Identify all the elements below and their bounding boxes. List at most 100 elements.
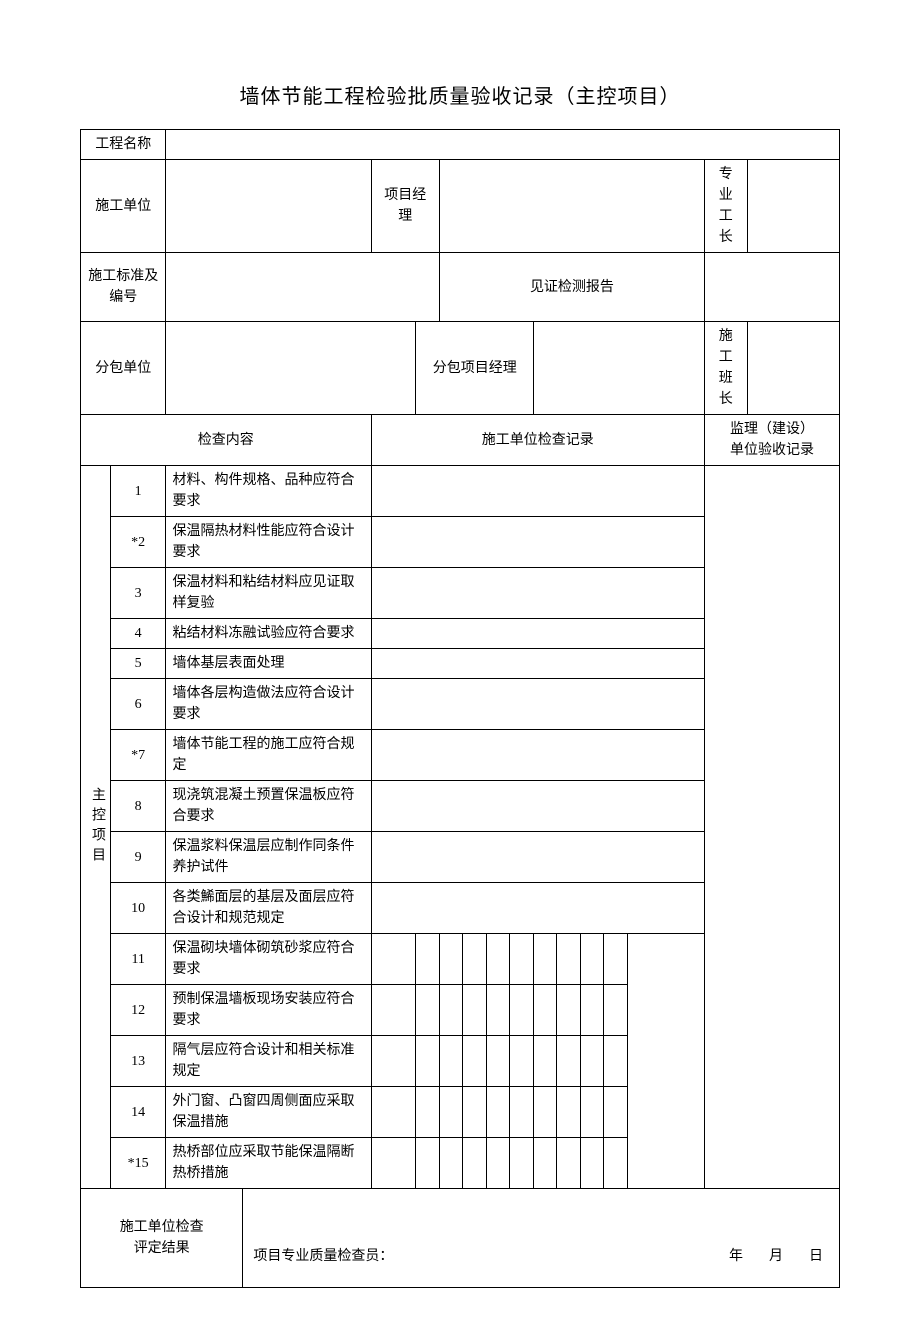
cell bbox=[510, 1138, 534, 1189]
cell bbox=[416, 1138, 440, 1189]
cell bbox=[416, 934, 440, 985]
cell bbox=[416, 1036, 440, 1087]
row-item-1: 主控项目 1 材料、构件规格、品种应符合要求 bbox=[81, 466, 840, 517]
cell bbox=[486, 985, 510, 1036]
cell bbox=[510, 1087, 534, 1138]
cell bbox=[510, 1036, 534, 1087]
value-foreman bbox=[747, 160, 839, 253]
label-sub-project-manager: 分包项目经理 bbox=[416, 322, 534, 415]
cell bbox=[580, 1036, 604, 1087]
label-supervisor-record: 监理（建设） 单位验收记录 bbox=[704, 415, 839, 466]
row-section-header: 检查内容 施工单位检查记录 监理（建设） 单位验收记录 bbox=[81, 415, 840, 466]
item-record bbox=[371, 517, 704, 568]
value-team-leader bbox=[747, 322, 839, 415]
label-inspection-content: 检查内容 bbox=[81, 415, 372, 466]
cell bbox=[439, 934, 463, 985]
item-record bbox=[371, 730, 704, 781]
label-check-result: 施工单位检查 评定结果 bbox=[81, 1189, 243, 1288]
value-subcontract-unit bbox=[166, 322, 416, 415]
item-content: 隔气层应符合设计和相关标准规定 bbox=[166, 1036, 371, 1087]
item-record bbox=[371, 649, 704, 679]
cell bbox=[486, 1138, 510, 1189]
item-no: *2 bbox=[110, 517, 166, 568]
cell bbox=[371, 985, 416, 1036]
item-record bbox=[371, 781, 704, 832]
cell bbox=[533, 934, 557, 985]
item-no: 8 bbox=[110, 781, 166, 832]
item-content: 保温隔热材料性能应符合设计要求 bbox=[166, 517, 371, 568]
cell bbox=[604, 1138, 628, 1189]
cell bbox=[486, 1087, 510, 1138]
item-content: 粘结材料冻融试验应符合要求 bbox=[166, 619, 371, 649]
item-no: 10 bbox=[110, 883, 166, 934]
item-content: 保温浆料保温层应制作同条件养护试件 bbox=[166, 832, 371, 883]
item-no: *7 bbox=[110, 730, 166, 781]
item-content: 保温砌块墙体砌筑砂浆应符合要求 bbox=[166, 934, 371, 985]
item-record bbox=[371, 619, 704, 649]
cell bbox=[580, 1087, 604, 1138]
cell bbox=[439, 1036, 463, 1087]
value-standard-no bbox=[166, 253, 440, 322]
cell bbox=[371, 1138, 416, 1189]
row-check-result: 施工单位检查 评定结果 项目专业质量检查员： 年 月 日 bbox=[81, 1189, 840, 1288]
label-construction-unit: 施工单位 bbox=[81, 160, 166, 253]
cell bbox=[416, 985, 440, 1036]
item-record bbox=[371, 832, 704, 883]
cell bbox=[486, 1036, 510, 1087]
cell bbox=[533, 1087, 557, 1138]
value-project-name bbox=[166, 130, 840, 160]
item-no: 13 bbox=[110, 1036, 166, 1087]
cell bbox=[463, 1138, 487, 1189]
item-record bbox=[371, 883, 704, 934]
value-witness-report bbox=[704, 253, 839, 322]
cell bbox=[580, 1138, 604, 1189]
item-no: 4 bbox=[110, 619, 166, 649]
value-project-manager bbox=[439, 160, 704, 253]
item-content: 热桥部位应采取节能保温隔断热桥措施 bbox=[166, 1138, 371, 1189]
label-standard-no: 施工标准及编号 bbox=[81, 253, 166, 322]
label-project-manager: 项目经理 bbox=[371, 160, 439, 253]
item-no: 3 bbox=[110, 568, 166, 619]
cell bbox=[463, 1087, 487, 1138]
cell bbox=[557, 985, 581, 1036]
cell bbox=[463, 934, 487, 985]
item-record bbox=[371, 568, 704, 619]
cell bbox=[463, 1036, 487, 1087]
row-standard-no: 施工标准及编号 见证检测报告 bbox=[81, 253, 840, 322]
cell bbox=[604, 985, 628, 1036]
item-record bbox=[371, 466, 704, 517]
cell bbox=[510, 934, 534, 985]
cell bbox=[533, 985, 557, 1036]
row-construction-unit: 施工单位 项目经理 专 业 工 长 bbox=[81, 160, 840, 253]
label-project-name: 工程名称 bbox=[81, 130, 166, 160]
right-merged-cell bbox=[627, 934, 704, 1189]
row-project-name: 工程名称 bbox=[81, 130, 840, 160]
form-table: 工程名称 施工单位 项目经理 专 业 工 长 施工标准及编号 见证检测报告 分包… bbox=[80, 129, 840, 1288]
item-content: 保温材料和粘结材料应见证取样复验 bbox=[166, 568, 371, 619]
cell bbox=[604, 1036, 628, 1087]
item-content: 预制保温墙板现场安装应符合要求 bbox=[166, 985, 371, 1036]
item-content: 墙体节能工程的施工应符合规定 bbox=[166, 730, 371, 781]
page-title: 墙体节能工程检验批质量验收记录（主控项目） bbox=[80, 80, 840, 109]
cell bbox=[533, 1036, 557, 1087]
cell bbox=[557, 1138, 581, 1189]
label-main-items: 主控项目 bbox=[81, 466, 111, 1189]
supervisor-record-cell bbox=[704, 466, 839, 1189]
label-subcontract-unit: 分包单位 bbox=[81, 322, 166, 415]
cell bbox=[580, 985, 604, 1036]
cell bbox=[486, 934, 510, 985]
item-no: 6 bbox=[110, 679, 166, 730]
item-content: 材料、构件规格、品种应符合要求 bbox=[166, 466, 371, 517]
page: 墙体节能工程检验批质量验收记录（主控项目） 工程名称 施工单位 项目经理 专 业… bbox=[0, 0, 920, 1328]
item-no: 9 bbox=[110, 832, 166, 883]
cell bbox=[439, 1138, 463, 1189]
value-check-result: 项目专业质量检查员： 年 月 日 bbox=[243, 1189, 840, 1288]
item-record bbox=[371, 679, 704, 730]
value-sub-project-manager bbox=[533, 322, 704, 415]
item-no: *15 bbox=[110, 1138, 166, 1189]
cell bbox=[439, 1087, 463, 1138]
cell bbox=[557, 1087, 581, 1138]
cell bbox=[557, 934, 581, 985]
cell bbox=[604, 934, 628, 985]
label-quality-inspector: 项目专业质量检查员： bbox=[253, 1249, 393, 1264]
